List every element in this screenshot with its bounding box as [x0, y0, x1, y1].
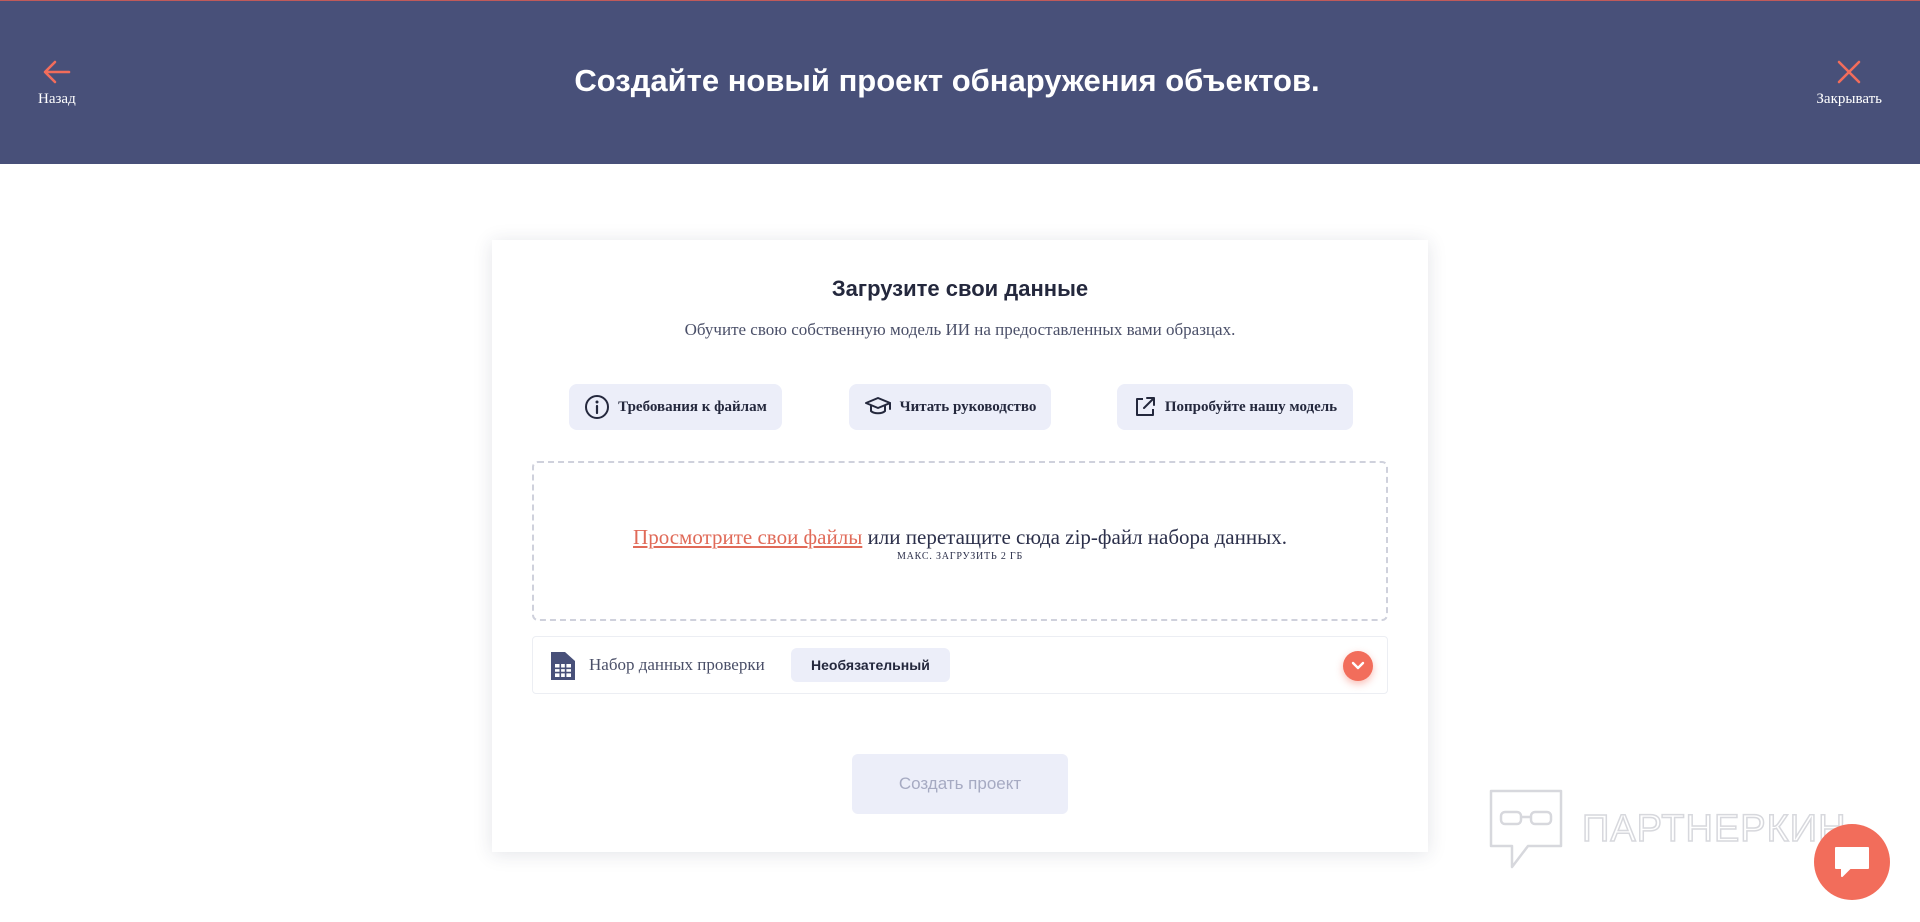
read-guide-label: Читать руководство: [899, 398, 1037, 415]
card-title: Загрузите свои данные: [831, 276, 1089, 301]
read-guide-button[interactable]: Читать руководство: [849, 384, 1051, 430]
partnerkin-logo-icon: [1489, 789, 1563, 869]
spreadsheet-icon: [551, 652, 575, 680]
external-link-icon: [1135, 397, 1155, 416]
validation-dataset-row[interactable]: Набор данных проверки Необязательный: [532, 636, 1388, 694]
chat-icon: [1835, 847, 1869, 877]
max-upload-note: МАКС. ЗАГРУЗИТЬ 2 ГБ: [896, 551, 1024, 562]
file-dropzone[interactable]: Просмотрите свои файлы или перетащите сю…: [532, 461, 1388, 621]
file-requirements-label: Требования к файлам: [618, 398, 767, 415]
close-label: Закрывать: [1816, 91, 1882, 107]
expand-validation-button[interactable]: [1343, 651, 1373, 681]
drop-text: или перетащите сюда zip-файл набора данн…: [862, 525, 1287, 549]
card-subtitle: Обучите свою собственную модель ИИ на пр…: [684, 320, 1236, 339]
browse-files-link[interactable]: Просмотрите свои файлы: [633, 525, 862, 549]
create-project-button[interactable]: Создать проект: [852, 754, 1068, 814]
validation-dataset-label: Набор данных проверки: [589, 655, 765, 674]
upload-card: Загрузите свои данные Обучите свою собст…: [492, 240, 1428, 852]
close-icon: [1837, 60, 1861, 84]
optional-badge: Необязательный: [791, 648, 950, 682]
drop-instructions: Просмотрите свои файлы или перетащите сю…: [534, 525, 1386, 550]
try-model-button[interactable]: Попробуйте нашу модель: [1117, 384, 1353, 430]
info-icon: [585, 395, 610, 419]
top-header: Назад Создайте новый проект обнаружения …: [0, 0, 1920, 164]
page-title: Создайте новый проект обнаружения объект…: [574, 63, 1320, 98]
chat-button[interactable]: [1814, 824, 1890, 900]
chevron-down-icon: [1351, 661, 1365, 670]
file-requirements-button[interactable]: Требования к файлам: [569, 384, 782, 430]
watermark: ПАРТНЕРКИН: [1488, 788, 1847, 870]
close-button[interactable]: Закрывать: [1816, 59, 1882, 108]
watermark-text: ПАРТНЕРКИН: [1581, 807, 1847, 851]
graduation-cap-icon: [864, 397, 891, 415]
try-model-label: Попробуйте нашу модель: [1164, 398, 1338, 415]
